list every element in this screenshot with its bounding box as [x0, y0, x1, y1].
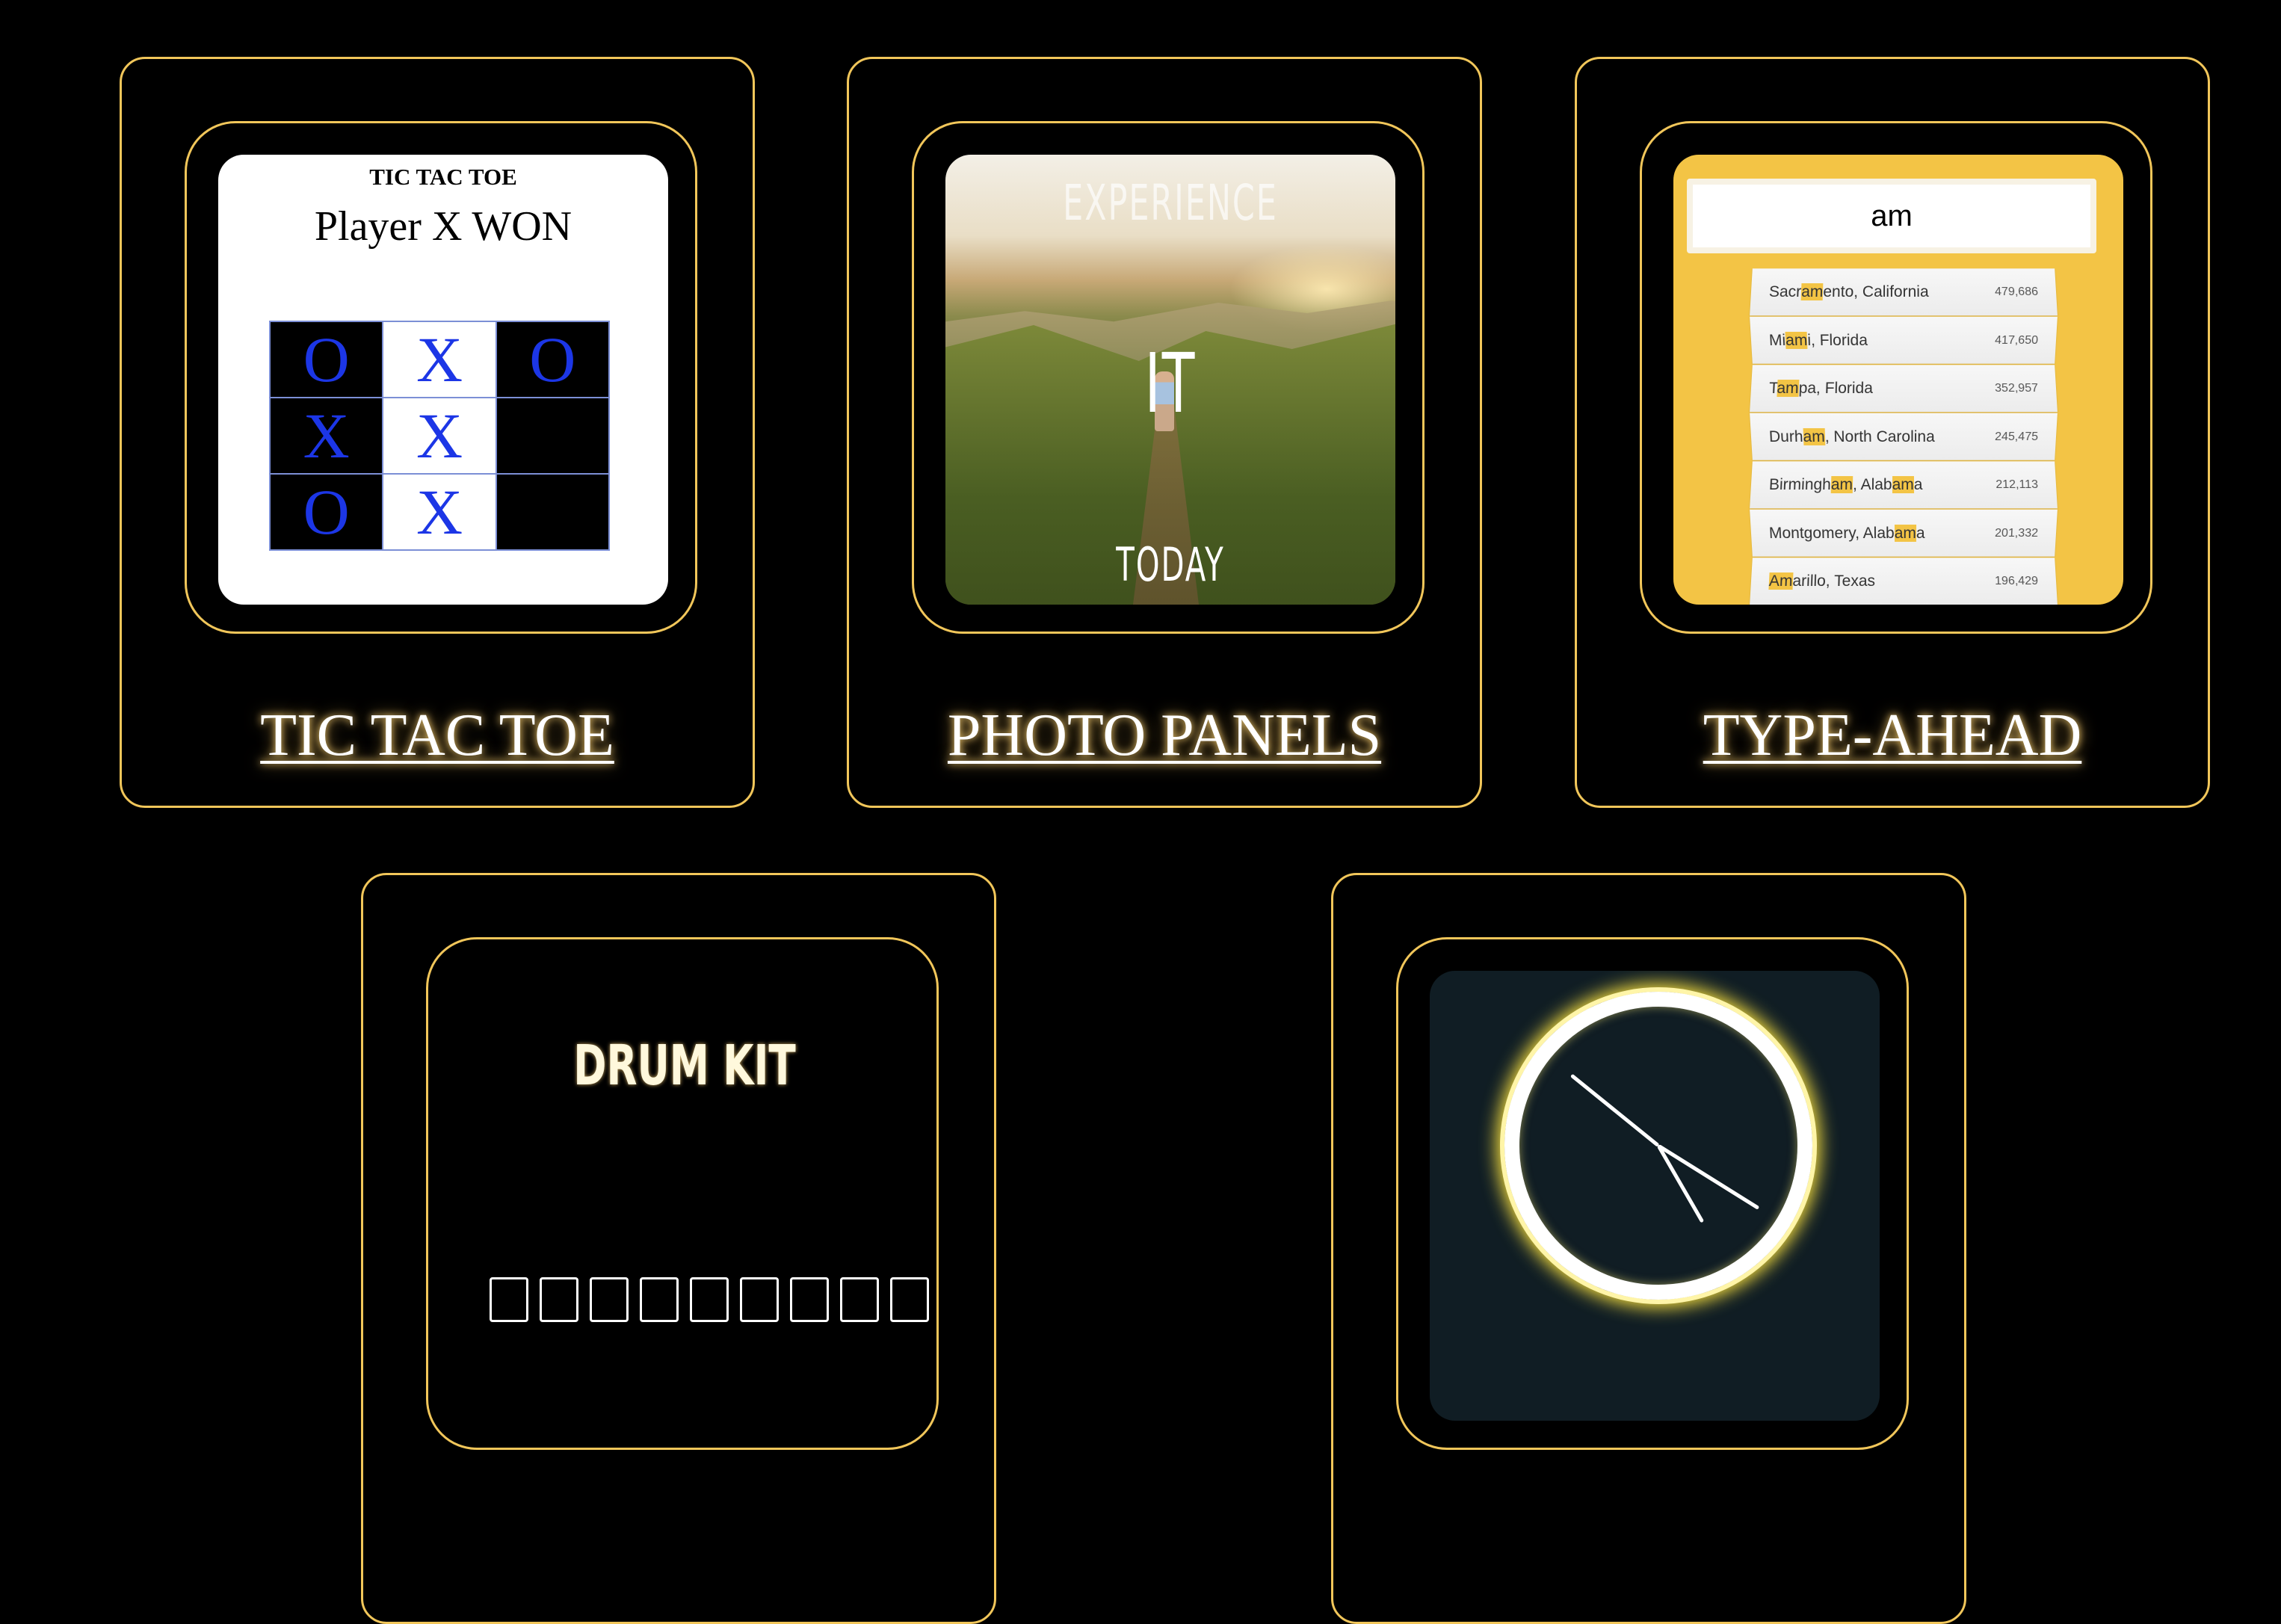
clock-hand	[1656, 1144, 1705, 1223]
photo-panels-preview: EXPERIENCE IT TODAY	[945, 155, 1395, 605]
project-link-photo-panels[interactable]: PHOTO PANELS	[849, 702, 1480, 770]
population: 196,429	[1994, 574, 2039, 587]
project-card-type-ahead: am Sacramento, California 479,686 Miami,…	[1575, 57, 2210, 808]
drum-key	[540, 1277, 578, 1322]
preview-frame[interactable]: TIC TAC TOE Player X WON O X O X X O X	[185, 121, 697, 634]
clock-preview	[1430, 971, 1880, 1421]
population: 479,686	[1994, 285, 2039, 298]
drum-kit-preview: DRUM KIT	[460, 971, 929, 1421]
preview-frame[interactable]	[1396, 937, 1909, 1450]
board-cell: X	[383, 321, 496, 398]
tic-tac-toe-preview: TIC TAC TOE Player X WON O X O X X O X	[218, 155, 668, 605]
clock-hand	[1657, 1143, 1760, 1210]
project-link-type-ahead[interactable]: TYPE-AHEAD	[1577, 702, 2208, 770]
panel-word: IT	[1144, 336, 1197, 431]
population: 245,475	[1994, 429, 2039, 442]
project-card-clock	[1331, 873, 1966, 1624]
list-item: Durham, North Carolina 245,475	[1750, 413, 2058, 460]
preview-frame[interactable]: am Sacramento, California 479,686 Miami,…	[1640, 121, 2152, 634]
search-input: am	[1687, 179, 2096, 253]
clock-hand	[1569, 1073, 1660, 1147]
panel-word: TODAY	[1116, 537, 1225, 592]
population: 212,113	[1996, 478, 2039, 491]
population: 417,650	[1994, 333, 2039, 346]
list-item: Sacramento, California 479,686	[1750, 268, 2058, 316]
board-cell: O	[270, 321, 383, 398]
population: 201,332	[1994, 525, 2039, 539]
list-item: Montgomery, Alabama 201,332	[1750, 509, 2058, 557]
preview-heading: DRUM KIT	[573, 1034, 796, 1098]
drum-key	[490, 1277, 528, 1322]
panel-word: EXPERIENCE	[1063, 174, 1278, 232]
population: 352,957	[1994, 381, 2039, 395]
board-cell: O	[496, 321, 609, 398]
board-cell: X	[270, 398, 383, 474]
drum-key	[590, 1277, 629, 1322]
suggestions-list: Sacramento, California 479,686 Miami, Fl…	[1750, 268, 2058, 605]
drum-key	[890, 1277, 929, 1322]
drum-keys	[490, 1277, 929, 1322]
city-name: Durham, North Carolina	[1768, 427, 1935, 445]
city-name: Amarillo, Texas	[1768, 572, 1876, 590]
preview-heading: TIC TAC TOE	[369, 164, 517, 190]
drum-key	[740, 1277, 779, 1322]
board-cell: O	[270, 474, 383, 550]
drum-key	[840, 1277, 879, 1322]
list-item: Birmingham, Alabama 212,113	[1750, 461, 2058, 509]
clock-face	[1504, 992, 1812, 1300]
type-ahead-preview: am Sacramento, California 479,686 Miami,…	[1673, 155, 2123, 605]
preview-frame[interactable]: DRUM KIT	[426, 937, 939, 1450]
drum-key	[640, 1277, 679, 1322]
city-name: Tampa, Florida	[1768, 379, 1874, 397]
game-status: Player X WON	[314, 203, 572, 250]
game-board: O X O X X O X	[269, 321, 610, 551]
list-item: Amarillo, Texas 196,429	[1750, 558, 2058, 605]
project-card-photo-panels: EXPERIENCE IT TODAY PHOTO PANELS	[847, 57, 1482, 808]
board-cell: X	[383, 398, 496, 474]
board-cell	[496, 474, 609, 550]
project-card-drum-kit: DRUM KIT	[361, 873, 996, 1624]
list-item: Tampa, Florida 352,957	[1750, 365, 2058, 413]
city-name: Sacramento, California	[1768, 282, 1929, 300]
board-cell: X	[383, 474, 496, 550]
city-name: Miami, Florida	[1768, 330, 1868, 348]
drum-key	[690, 1277, 729, 1322]
list-item: Miami, Florida 417,650	[1750, 316, 2058, 364]
city-name: Montgomery, Alabama	[1768, 523, 1925, 541]
project-card-tic-tac-toe: TIC TAC TOE Player X WON O X O X X O X T…	[120, 57, 755, 808]
city-name: Birmingham, Alabama	[1768, 475, 1923, 493]
preview-frame[interactable]: EXPERIENCE IT TODAY	[912, 121, 1425, 634]
board-cell	[496, 398, 609, 474]
drum-key	[790, 1277, 829, 1322]
project-link-tic-tac-toe[interactable]: TIC TAC TOE	[122, 702, 753, 770]
